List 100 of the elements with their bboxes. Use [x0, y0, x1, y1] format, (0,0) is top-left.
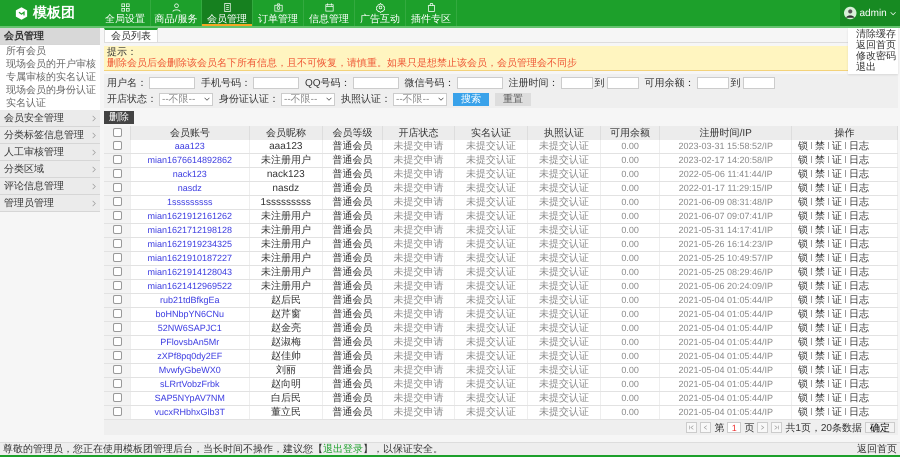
- action-link[interactable]: 日志: [849, 378, 870, 390]
- action-link[interactable]: 锁: [798, 378, 808, 390]
- action-link[interactable]: 日志: [849, 140, 870, 152]
- action-link[interactable]: 锁: [798, 266, 808, 278]
- row-checkbox[interactable]: [112, 281, 122, 290]
- go-button[interactable]: 确定: [865, 422, 895, 433]
- account-link[interactable]: zXPf8pq0dy2EF: [157, 351, 222, 361]
- action-link[interactable]: 锁: [798, 140, 808, 152]
- sidebar-group[interactable]: 会员安全管理: [0, 110, 100, 127]
- action-link[interactable]: 禁: [815, 238, 826, 250]
- action-link[interactable]: 禁: [815, 294, 826, 306]
- action-link[interactable]: 证: [832, 224, 842, 236]
- home-link[interactable]: 返回首页: [857, 442, 897, 456]
- sidebar-group[interactable]: 管理员管理: [0, 195, 100, 212]
- action-link[interactable]: 禁: [815, 266, 826, 278]
- select-field[interactable]: --不限--: [159, 92, 213, 106]
- input-field[interactable]: [253, 77, 299, 89]
- action-link[interactable]: 证: [832, 378, 842, 390]
- row-checkbox[interactable]: [112, 169, 122, 178]
- action-link[interactable]: 锁: [798, 406, 808, 418]
- action-link[interactable]: 日志: [849, 406, 870, 418]
- account-link[interactable]: boHNbpYN6CNu: [155, 309, 224, 319]
- account-link[interactable]: mian1676614892862: [147, 155, 232, 165]
- action-link[interactable]: 证: [832, 140, 842, 152]
- action-link[interactable]: 日志: [849, 280, 870, 292]
- action-link[interactable]: 日志: [849, 322, 870, 334]
- sidebar-item[interactable]: 现场会员的开户审核: [0, 58, 100, 71]
- action-link[interactable]: 证: [832, 336, 842, 348]
- account-link[interactable]: aaa123: [174, 141, 205, 151]
- action-link[interactable]: 证: [832, 392, 842, 404]
- account-link[interactable]: mian1621712198128: [147, 225, 232, 235]
- row-checkbox[interactable]: [112, 141, 122, 150]
- action-link[interactable]: 证: [832, 266, 842, 278]
- row-checkbox[interactable]: [112, 351, 122, 360]
- sidebar-item[interactable]: 现场会员的身份认证: [0, 84, 100, 97]
- action-link[interactable]: 日志: [849, 350, 870, 362]
- row-checkbox[interactable]: [112, 211, 122, 220]
- action-link[interactable]: 证: [832, 406, 842, 418]
- action-link[interactable]: 锁: [798, 350, 808, 362]
- action-link[interactable]: 证: [832, 308, 842, 320]
- action-link[interactable]: 日志: [849, 154, 870, 166]
- page-input[interactable]: 1: [727, 422, 742, 433]
- row-checkbox[interactable]: [112, 323, 122, 332]
- row-checkbox[interactable]: [112, 267, 122, 276]
- action-link[interactable]: 禁: [815, 336, 826, 348]
- sidebar-group[interactable]: 分类标签信息管理: [0, 127, 100, 144]
- dropdown-item[interactable]: 退出: [848, 62, 898, 73]
- action-link[interactable]: 禁: [815, 322, 826, 334]
- row-checkbox[interactable]: [112, 239, 122, 248]
- action-link[interactable]: 证: [832, 154, 842, 166]
- action-link[interactable]: 证: [832, 182, 842, 194]
- input-field[interactable]: [742, 77, 775, 89]
- row-checkbox[interactable]: [112, 197, 122, 206]
- account-link[interactable]: vucxRHbhxGlb3T: [154, 407, 226, 417]
- row-checkbox[interactable]: [112, 183, 122, 192]
- action-link[interactable]: 锁: [798, 308, 808, 320]
- action-link[interactable]: 锁: [798, 182, 808, 194]
- input-field[interactable]: [606, 77, 639, 89]
- input-field[interactable]: [149, 77, 195, 89]
- account-link[interactable]: nasdz: [178, 183, 202, 193]
- action-link[interactable]: 证: [832, 280, 842, 292]
- action-link[interactable]: 禁: [815, 196, 826, 208]
- input-field[interactable]: [696, 77, 729, 89]
- action-link[interactable]: 禁: [815, 392, 826, 404]
- row-checkbox[interactable]: [112, 337, 122, 346]
- account-link[interactable]: PFlovsbAn5Mr: [160, 337, 220, 347]
- row-checkbox[interactable]: [112, 309, 122, 318]
- action-link[interactable]: 证: [832, 294, 842, 306]
- select-field[interactable]: --不限--: [393, 92, 447, 106]
- row-checkbox[interactable]: [112, 253, 122, 262]
- action-link[interactable]: 禁: [815, 252, 826, 264]
- tab[interactable]: 会员列表: [104, 28, 158, 42]
- row-checkbox[interactable]: [112, 155, 122, 164]
- action-link[interactable]: 禁: [815, 210, 826, 222]
- action-link[interactable]: 证: [832, 252, 842, 264]
- row-checkbox[interactable]: [112, 407, 122, 416]
- action-link[interactable]: 锁: [798, 336, 808, 348]
- first-page-button[interactable]: [686, 422, 698, 433]
- action-link[interactable]: 禁: [815, 140, 826, 152]
- action-link[interactable]: 锁: [798, 196, 808, 208]
- row-checkbox[interactable]: [112, 393, 122, 402]
- action-link[interactable]: 日志: [849, 294, 870, 306]
- action-link[interactable]: 日志: [849, 252, 870, 264]
- select-field[interactable]: --不限--: [281, 92, 335, 106]
- delete-button[interactable]: 删除: [104, 111, 134, 124]
- action-link[interactable]: 锁: [798, 294, 808, 306]
- action-link[interactable]: 日志: [849, 224, 870, 236]
- action-link[interactable]: 日志: [849, 238, 870, 250]
- action-link[interactable]: 禁: [815, 280, 826, 292]
- action-link[interactable]: 证: [832, 238, 842, 250]
- action-link[interactable]: 禁: [815, 224, 826, 236]
- action-link[interactable]: 日志: [849, 168, 870, 180]
- action-link[interactable]: 证: [832, 168, 842, 180]
- account-link[interactable]: MvwfyGbeWX0: [158, 365, 221, 375]
- sidebar-group[interactable]: 评论信息管理: [0, 178, 100, 195]
- account-link[interactable]: SAP5NYpAV7NM: [154, 393, 225, 403]
- dropdown-item[interactable]: 返回首页: [848, 40, 898, 51]
- action-link[interactable]: 禁: [815, 154, 826, 166]
- account-link[interactable]: mian1621412969522: [147, 281, 232, 291]
- reset-button[interactable]: 重置: [495, 92, 531, 106]
